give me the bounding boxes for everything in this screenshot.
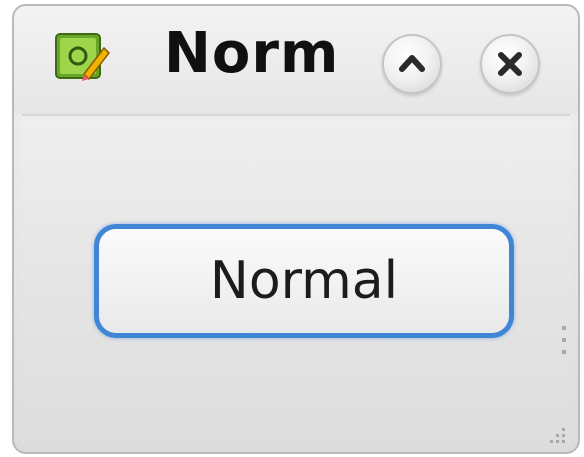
window-title: Norm (164, 21, 340, 86)
shade-button[interactable] (382, 34, 442, 94)
title-bar[interactable]: Norm (14, 6, 578, 114)
resize-grip-icon[interactable] (548, 424, 568, 444)
grip-dot (562, 326, 566, 330)
splitter-handle[interactable] (562, 326, 568, 370)
app-icon[interactable] (54, 28, 110, 84)
normal-button[interactable]: Normal (94, 224, 514, 338)
chevron-up-icon (399, 55, 425, 72)
grip-dot (562, 350, 566, 354)
grip-dot (562, 338, 566, 342)
close-button[interactable] (480, 34, 540, 94)
window-content: Normal (22, 114, 570, 444)
dialog-window: Norm Normal (12, 4, 580, 454)
close-icon (498, 52, 522, 76)
